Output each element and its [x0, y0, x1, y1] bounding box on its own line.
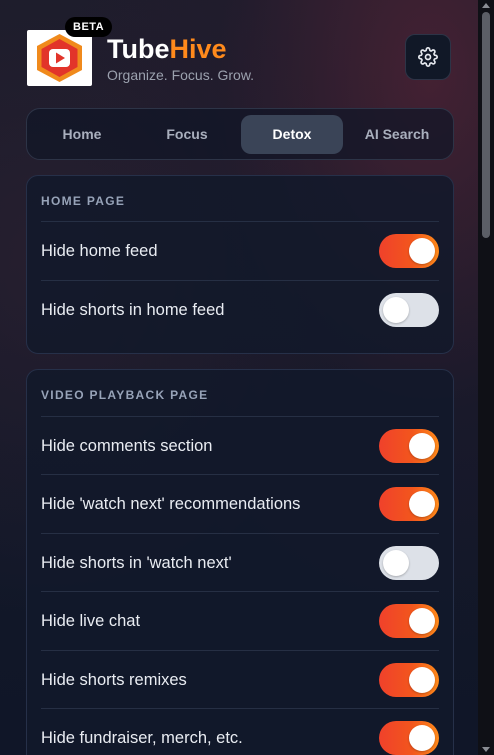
- setting-label: Hide home feed: [41, 242, 158, 260]
- toggle-hide-home-feed[interactable]: [379, 234, 439, 268]
- setting-row: Hide shorts in 'watch next': [41, 533, 439, 592]
- toggle-hide-live-chat[interactable]: [379, 604, 439, 638]
- logo: [27, 30, 92, 86]
- hexagon-play-logo-icon: [37, 34, 82, 82]
- toggle-knob: [409, 667, 435, 693]
- tab-home[interactable]: Home: [33, 115, 131, 154]
- setting-label: Hide comments section: [41, 437, 213, 455]
- app-title-part2: Hive: [169, 34, 227, 64]
- setting-label: Hide live chat: [41, 612, 141, 630]
- app-tagline: Organize. Focus. Grow.: [107, 67, 255, 83]
- tab-detox[interactable]: Detox: [241, 115, 343, 154]
- scroll-up-arrow-icon[interactable]: [482, 3, 490, 8]
- scrollbar[interactable]: [478, 0, 494, 755]
- setting-label: Hide shorts in home feed: [41, 301, 225, 319]
- setting-row: Hide home feed: [41, 221, 439, 280]
- setting-label: Hide shorts in 'watch next': [41, 554, 232, 572]
- toggle-hide-shorts-remixes[interactable]: [379, 663, 439, 697]
- toggle-hide-fundraiser[interactable]: [379, 721, 439, 755]
- app-title-part1: Tube: [107, 34, 170, 64]
- section-video-playback-page: VIDEO PLAYBACK PAGE Hide comments sectio…: [26, 369, 454, 755]
- setting-row: Hide shorts in home feed: [41, 280, 439, 339]
- toggle-hide-shorts-watch-next[interactable]: [379, 546, 439, 580]
- toggle-knob: [383, 297, 409, 323]
- toggle-knob: [409, 238, 435, 264]
- setting-label: Hide fundraiser, merch, etc.: [41, 729, 243, 747]
- settings-button[interactable]: [405, 34, 451, 80]
- app-title: TubeHive: [107, 34, 254, 64]
- toggle-knob: [409, 433, 435, 459]
- toggle-hide-watch-next[interactable]: [379, 487, 439, 521]
- beta-badge: BETA: [65, 17, 113, 37]
- section-title: VIDEO PLAYBACK PAGE: [41, 388, 209, 402]
- gear-icon: [418, 47, 438, 67]
- setting-label: Hide shorts remixes: [41, 671, 187, 689]
- setting-row: Hide shorts remixes: [41, 650, 439, 709]
- scrollbar-thumb[interactable]: [482, 12, 490, 238]
- setting-row: Hide 'watch next' recommendations: [41, 474, 439, 533]
- toggle-hide-shorts-home-feed[interactable]: [379, 293, 439, 327]
- setting-row: Hide live chat: [41, 591, 439, 650]
- tab-bar: Home Focus Detox AI Search: [26, 108, 454, 160]
- tab-ai-search[interactable]: AI Search: [347, 115, 447, 154]
- toggle-knob: [383, 550, 409, 576]
- section-home-page: HOME PAGE Hide home feed Hide shorts in …: [26, 175, 454, 354]
- toggle-knob: [409, 725, 435, 751]
- toggle-hide-comments[interactable]: [379, 429, 439, 463]
- setting-label: Hide 'watch next' recommendations: [41, 495, 301, 513]
- section-title: HOME PAGE: [41, 194, 126, 208]
- toggle-knob: [409, 491, 435, 517]
- extension-popup: BETA TubeHive Organize. Focus. Grow. Hom…: [0, 0, 478, 755]
- tab-focus[interactable]: Focus: [137, 115, 237, 154]
- setting-row: Hide comments section: [41, 416, 439, 475]
- setting-row: Hide fundraiser, merch, etc.: [41, 708, 439, 755]
- scroll-down-arrow-icon[interactable]: [482, 747, 490, 752]
- header: BETA TubeHive Organize. Focus. Grow.: [27, 17, 452, 88]
- toggle-knob: [409, 608, 435, 634]
- brand: TubeHive Organize. Focus. Grow.: [107, 34, 254, 83]
